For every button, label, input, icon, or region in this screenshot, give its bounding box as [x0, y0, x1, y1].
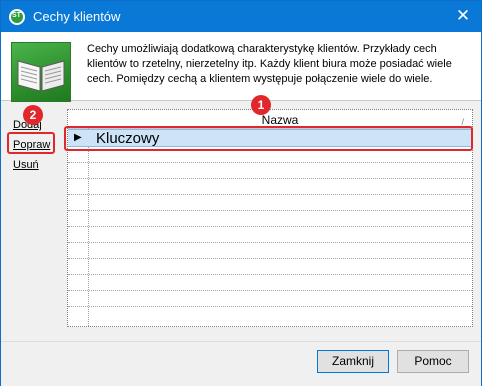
- empty-row: [68, 195, 472, 211]
- help-button[interactable]: Pomoc: [397, 350, 469, 373]
- empty-row: [68, 243, 472, 259]
- window-title: Cechy klientów: [33, 9, 121, 24]
- empty-row: [68, 227, 472, 243]
- empty-row: [68, 163, 472, 179]
- app-logo-icon: [9, 9, 25, 25]
- column-header-label: Nazwa: [261, 113, 299, 127]
- header-panel: Cechy umożliwiają dodatkową charakteryst…: [1, 32, 481, 102]
- empty-row: [68, 291, 472, 307]
- edit-link-highlight: [7, 132, 55, 154]
- empty-row: [68, 179, 472, 195]
- selected-row-highlight: [64, 126, 473, 151]
- open-book-icon: [11, 42, 71, 102]
- empty-row: [68, 275, 472, 291]
- title-bar: Cechy klientów ✕: [1, 1, 481, 32]
- close-dialog-button[interactable]: Zamknij: [317, 350, 389, 373]
- empty-row: [68, 259, 472, 275]
- dialog-window: Cechy klientów ✕ Cechy umożliwiają dodat…: [0, 0, 482, 386]
- annotation-badge-2: 2: [23, 105, 43, 125]
- delete-link[interactable]: Usuń: [13, 159, 39, 171]
- empty-row: [68, 211, 472, 227]
- dialog-footer: Zamknij Pomoc: [1, 341, 481, 386]
- description-text: Cechy umożliwiają dodatkową charakteryst…: [87, 43, 452, 85]
- annotation-badge-1: 1: [251, 95, 271, 115]
- close-button[interactable]: ✕: [449, 3, 477, 29]
